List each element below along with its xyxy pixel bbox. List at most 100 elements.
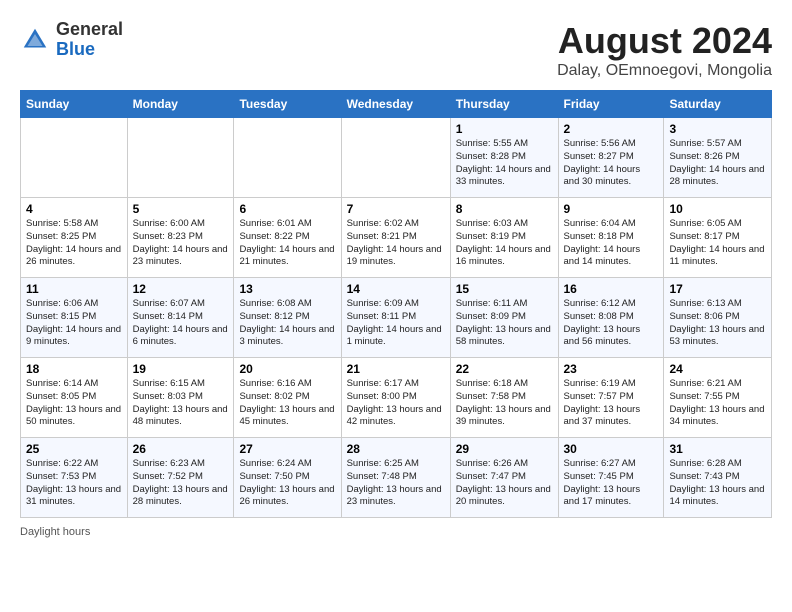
day-number: 27 [239,442,335,456]
logo-blue: Blue [56,40,123,60]
calendar-cell [234,118,341,198]
day-number: 4 [26,202,122,216]
day-detail: Sunrise: 6:06 AM Sunset: 8:15 PM Dayligh… [26,298,122,349]
day-detail: Sunrise: 6:18 AM Sunset: 7:58 PM Dayligh… [456,378,553,429]
calendar-cell: 11Sunrise: 6:06 AM Sunset: 8:15 PM Dayli… [21,278,128,358]
day-number: 26 [133,442,229,456]
day-detail: Sunrise: 5:58 AM Sunset: 8:25 PM Dayligh… [26,218,122,269]
daylight-label: Daylight hours [20,526,90,538]
sub-title: Dalay, OEmnoegovi, Mongolia [557,62,772,80]
day-number: 30 [564,442,659,456]
day-detail: Sunrise: 6:03 AM Sunset: 8:19 PM Dayligh… [456,218,553,269]
calendar-week-5: 25 Sunrise: 6:22 AM Sunset: 7:53 PM Dayli… [21,438,772,518]
calendar-cell: 8 Sunrise: 6:03 AM Sunset: 8:19 PM Daylig… [450,198,558,278]
footer: Daylight hours [20,526,772,538]
calendar-cell: 15 Sunrise: 6:11 AM Sunset: 8:09 PM Dayli… [450,278,558,358]
day-number: 5 [133,202,229,216]
calendar-cell: 16 Sunrise: 6:12 AM Sunset: 8:08 PM Dayli… [558,278,664,358]
calendar-week-1: 1 Sunrise: 5:55 AM Sunset: 8:28 PM Daylig… [21,118,772,198]
day-number: 24 [669,362,766,376]
day-detail: Sunrise: 6:26 AM Sunset: 7:47 PM Dayligh… [456,458,553,509]
day-detail: Sunrise: 5:56 AM Sunset: 8:27 PM Dayligh… [564,138,659,189]
col-header-tuesday: Tuesday [234,91,341,118]
calendar-cell: 30Sunrise: 6:27 AM Sunset: 7:45 PM Dayli… [558,438,664,518]
calendar-cell: 9 Sunrise: 6:04 AM Sunset: 8:18 PM Daylig… [558,198,664,278]
calendar-cell: 28Sunrise: 6:25 AM Sunset: 7:48 PM Dayli… [341,438,450,518]
day-number: 16 [564,282,659,296]
day-detail: Sunrise: 5:57 AM Sunset: 8:26 PM Dayligh… [669,138,766,189]
col-header-wednesday: Wednesday [341,91,450,118]
calendar-cell: 23Sunrise: 6:19 AM Sunset: 7:57 PM Dayli… [558,358,664,438]
day-number: 2 [564,122,659,136]
calendar-week-4: 18 Sunrise: 6:14 AM Sunset: 8:05 PM Dayli… [21,358,772,438]
day-number: 19 [133,362,229,376]
day-detail: Sunrise: 6:12 AM Sunset: 8:08 PM Dayligh… [564,298,659,349]
calendar-cell: 4 Sunrise: 5:58 AM Sunset: 8:25 PM Daylig… [21,198,128,278]
day-detail: Sunrise: 6:09 AM Sunset: 8:11 PM Dayligh… [347,298,445,349]
calendar-cell: 14 Sunrise: 6:09 AM Sunset: 8:11 PM Dayli… [341,278,450,358]
day-detail: Sunrise: 5:55 AM Sunset: 8:28 PM Dayligh… [456,138,553,189]
day-detail: Sunrise: 6:05 AM Sunset: 8:17 PM Dayligh… [669,218,766,269]
day-number: 14 [347,282,445,296]
calendar-cell: 6 Sunrise: 6:01 AM Sunset: 8:22 PM Daylig… [234,198,341,278]
day-number: 15 [456,282,553,296]
calendar-cell: 7 Sunrise: 6:02 AM Sunset: 8:21 PM Daylig… [341,198,450,278]
day-detail: Sunrise: 6:22 AM Sunset: 7:53 PM Dayligh… [26,458,122,509]
calendar-cell: 2 Sunrise: 5:56 AM Sunset: 8:27 PM Daylig… [558,118,664,198]
calendar-cell: 3Sunrise: 5:57 AM Sunset: 8:26 PM Daylig… [664,118,772,198]
calendar-cell [341,118,450,198]
day-detail: Sunrise: 6:00 AM Sunset: 8:23 PM Dayligh… [133,218,229,269]
main-title: August 2024 [557,20,772,62]
day-detail: Sunrise: 6:01 AM Sunset: 8:22 PM Dayligh… [239,218,335,269]
calendar-cell [127,118,234,198]
day-number: 1 [456,122,553,136]
day-detail: Sunrise: 6:11 AM Sunset: 8:09 PM Dayligh… [456,298,553,349]
day-detail: Sunrise: 6:16 AM Sunset: 8:02 PM Dayligh… [239,378,335,429]
day-detail: Sunrise: 6:07 AM Sunset: 8:14 PM Dayligh… [133,298,229,349]
calendar-cell: 21Sunrise: 6:17 AM Sunset: 8:00 PM Dayli… [341,358,450,438]
day-detail: Sunrise: 6:17 AM Sunset: 8:00 PM Dayligh… [347,378,445,429]
day-detail: Sunrise: 6:19 AM Sunset: 7:57 PM Dayligh… [564,378,659,429]
col-header-thursday: Thursday [450,91,558,118]
calendar-cell: 13 Sunrise: 6:08 AM Sunset: 8:12 PM Dayli… [234,278,341,358]
calendar-cell: 10 Sunrise: 6:05 AM Sunset: 8:17 PM Dayli… [664,198,772,278]
day-detail: Sunrise: 6:02 AM Sunset: 8:21 PM Dayligh… [347,218,445,269]
day-number: 7 [347,202,445,216]
day-detail: Sunrise: 6:25 AM Sunset: 7:48 PM Dayligh… [347,458,445,509]
calendar-cell: 31Sunrise: 6:28 AM Sunset: 7:43 PM Dayli… [664,438,772,518]
calendar-cell: 27 Sunrise: 6:24 AM Sunset: 7:50 PM Dayli… [234,438,341,518]
calendar-cell: 26Sunrise: 6:23 AM Sunset: 7:52 PM Dayli… [127,438,234,518]
logo-text: General Blue [56,20,123,60]
col-header-friday: Friday [558,91,664,118]
calendar-header-row: SundayMondayTuesdayWednesdayThursdayFrid… [21,91,772,118]
day-number: 13 [239,282,335,296]
calendar-cell: 1 Sunrise: 5:55 AM Sunset: 8:28 PM Daylig… [450,118,558,198]
calendar-cell: 20Sunrise: 6:16 AM Sunset: 8:02 PM Dayli… [234,358,341,438]
calendar-cell: 29 Sunrise: 6:26 AM Sunset: 7:47 PM Dayli… [450,438,558,518]
day-number: 6 [239,202,335,216]
title-block: August 2024 Dalay, OEmnoegovi, Mongolia [557,20,772,80]
day-number: 25 [26,442,122,456]
col-header-saturday: Saturday [664,91,772,118]
day-number: 22 [456,362,553,376]
calendar-week-3: 11Sunrise: 6:06 AM Sunset: 8:15 PM Dayli… [21,278,772,358]
day-number: 10 [669,202,766,216]
logo-general: General [56,20,123,40]
col-header-sunday: Sunday [21,91,128,118]
day-detail: Sunrise: 6:14 AM Sunset: 8:05 PM Dayligh… [26,378,122,429]
day-detail: Sunrise: 6:21 AM Sunset: 7:55 PM Dayligh… [669,378,766,429]
col-header-monday: Monday [127,91,234,118]
day-number: 12 [133,282,229,296]
logo: General Blue [20,20,123,60]
day-detail: Sunrise: 6:04 AM Sunset: 8:18 PM Dayligh… [564,218,659,269]
day-detail: Sunrise: 6:24 AM Sunset: 7:50 PM Dayligh… [239,458,335,509]
calendar-cell: 19Sunrise: 6:15 AM Sunset: 8:03 PM Dayli… [127,358,234,438]
day-number: 8 [456,202,553,216]
day-number: 18 [26,362,122,376]
day-number: 9 [564,202,659,216]
calendar-week-2: 4 Sunrise: 5:58 AM Sunset: 8:25 PM Daylig… [21,198,772,278]
day-number: 29 [456,442,553,456]
calendar-cell: 17Sunrise: 6:13 AM Sunset: 8:06 PM Dayli… [664,278,772,358]
page-header: General Blue August 2024 Dalay, OEmnoego… [20,20,772,80]
day-detail: Sunrise: 6:08 AM Sunset: 8:12 PM Dayligh… [239,298,335,349]
